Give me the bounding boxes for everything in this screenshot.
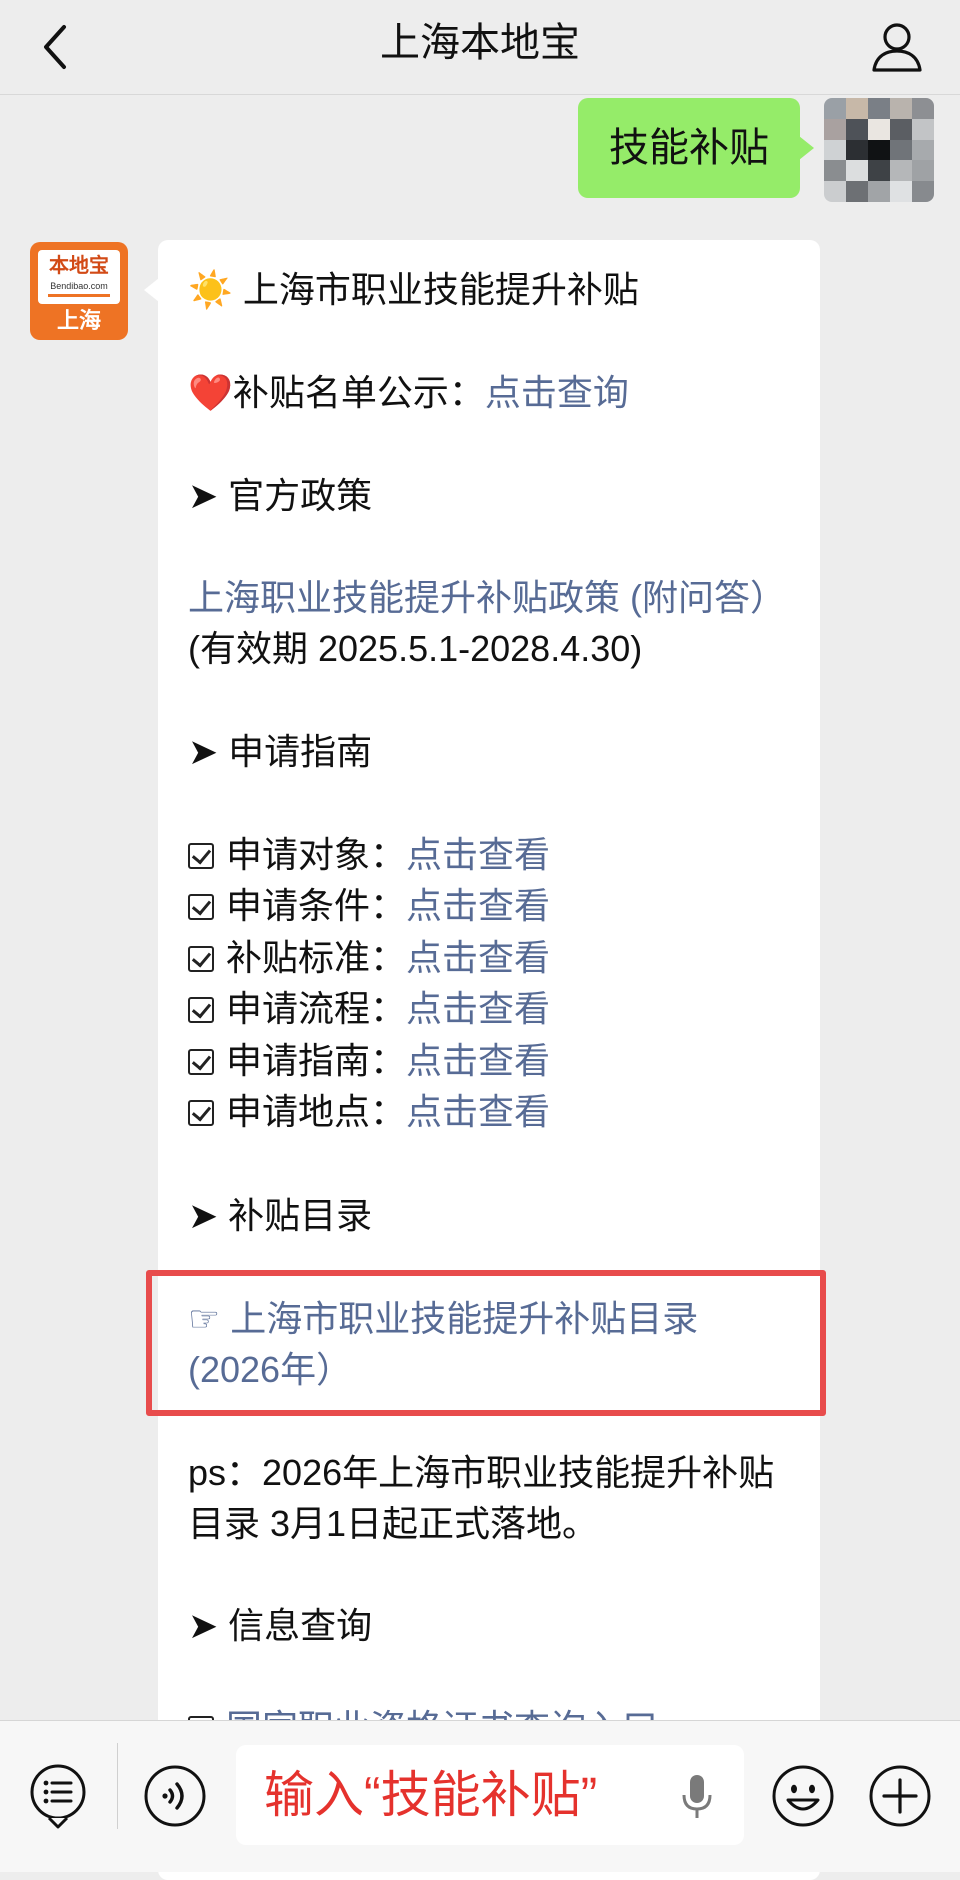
logo-panel: 本地宝 Bendibao.com [38, 250, 120, 304]
bot-avatar[interactable]: 本地宝 Bendibao.com 上海 [30, 242, 128, 340]
incoming-message: ☀️ 上海市职业技能提升补贴 ❤️补贴名单公示：点击查询 ➤ 官方政策 上海职业… [144, 240, 820, 1880]
voice-button[interactable] [142, 1763, 208, 1829]
guide-link[interactable]: 点击查看 [406, 1091, 550, 1132]
checkbox-icon [188, 843, 214, 869]
policy-validity: (有效期 2025.5.1-2028.4.30) [188, 628, 643, 669]
guide-item: 申请对象：点击查看 [188, 829, 550, 880]
menu-list-icon [30, 1764, 86, 1829]
section-catalog: ➤ 补贴目录 [188, 1195, 373, 1236]
guide-link[interactable]: 点击查看 [406, 885, 550, 926]
guide-item: 申请流程：点击查看 [188, 983, 550, 1034]
section-policy: ➤ 官方政策 [188, 475, 373, 516]
guide-label: 申请地点： [226, 1091, 407, 1132]
publicity-line: ❤️补贴名单公示：点击查询 [188, 367, 629, 418]
menu-button[interactable] [25, 1763, 91, 1829]
checkbox-icon [188, 1049, 214, 1075]
sun-icon: ☀️ [188, 269, 233, 310]
guide-link[interactable]: 点击查看 [406, 988, 550, 1029]
publicity-label: 补贴名单公示： [232, 372, 485, 413]
message-input-text: 输入“技能补贴” [264, 1767, 598, 1823]
guide-link[interactable]: 点击查看 [406, 1040, 550, 1081]
outgoing-message-text: 技能补贴 [609, 126, 769, 170]
person-icon [872, 23, 922, 72]
guide-link[interactable]: 点击查看 [406, 937, 550, 978]
divider [117, 1743, 118, 1829]
ps-note: ps：2026年上海市职业技能提升补贴目录 3月1日起正式落地。 [188, 1452, 775, 1544]
voice-icon [144, 1765, 206, 1827]
guide-label: 申请条件： [226, 885, 407, 926]
plus-icon [869, 1765, 931, 1827]
microphone-icon[interactable] [680, 1773, 714, 1821]
checkbox-icon [188, 997, 214, 1023]
emoji-button[interactable] [770, 1763, 836, 1829]
nav-header: 上海本地宝 [0, 0, 960, 95]
publicity-link[interactable]: 点击查询 [485, 372, 629, 413]
guide-label: 申请流程： [226, 988, 407, 1029]
page-title: 上海本地宝 [380, 21, 580, 65]
guide-item: 申请地点：点击查看 [188, 1086, 550, 1137]
input-bar: 输入“技能补贴” [0, 1720, 960, 1872]
logo-brand: 本地宝 [49, 255, 109, 277]
policy-link[interactable]: 上海职业技能提升补贴政策 (附问答） [188, 577, 786, 618]
logo-city: 上海 [56, 308, 101, 333]
guide-item: 申请条件：点击查看 [188, 880, 550, 931]
logo-url: Bendibao.com [50, 281, 108, 291]
checkbox-icon [188, 1100, 214, 1126]
more-button[interactable] [867, 1763, 933, 1829]
message-title: 上海市职业技能提升补贴 [242, 269, 639, 310]
guide-label: 补贴标准： [226, 937, 407, 978]
section-guide: ➤ 申请指南 [188, 731, 373, 772]
chevron-left-icon [44, 25, 66, 69]
profile-button[interactable] [864, 14, 930, 80]
section-query: ➤ 信息查询 [188, 1605, 373, 1646]
highlight-box [146, 1270, 826, 1416]
guide-link[interactable]: 点击查看 [406, 834, 550, 875]
logo-bar [48, 294, 110, 297]
checkbox-icon [188, 894, 214, 920]
guide-label: 申请指南： [226, 1040, 407, 1081]
outgoing-message[interactable]: 技能补贴 [578, 98, 814, 198]
heart-icon: ❤️ [188, 372, 233, 413]
guide-item: 补贴标准：点击查看 [188, 932, 550, 983]
back-button[interactable] [30, 18, 80, 76]
message-title-line: ☀️ 上海市职业技能提升补贴 [188, 264, 639, 315]
policy-paragraph: 上海职业技能提升补贴政策 (附问答） (有效期 2025.5.1-2028.4.3… [188, 572, 808, 674]
guide-label: 申请对象： [226, 834, 407, 875]
emoji-icon [772, 1765, 834, 1827]
checkbox-icon [188, 946, 214, 972]
my-avatar[interactable] [824, 98, 934, 202]
guide-item: 申请指南：点击查看 [188, 1035, 550, 1086]
message-input[interactable]: 输入“技能补贴” [236, 1745, 744, 1845]
